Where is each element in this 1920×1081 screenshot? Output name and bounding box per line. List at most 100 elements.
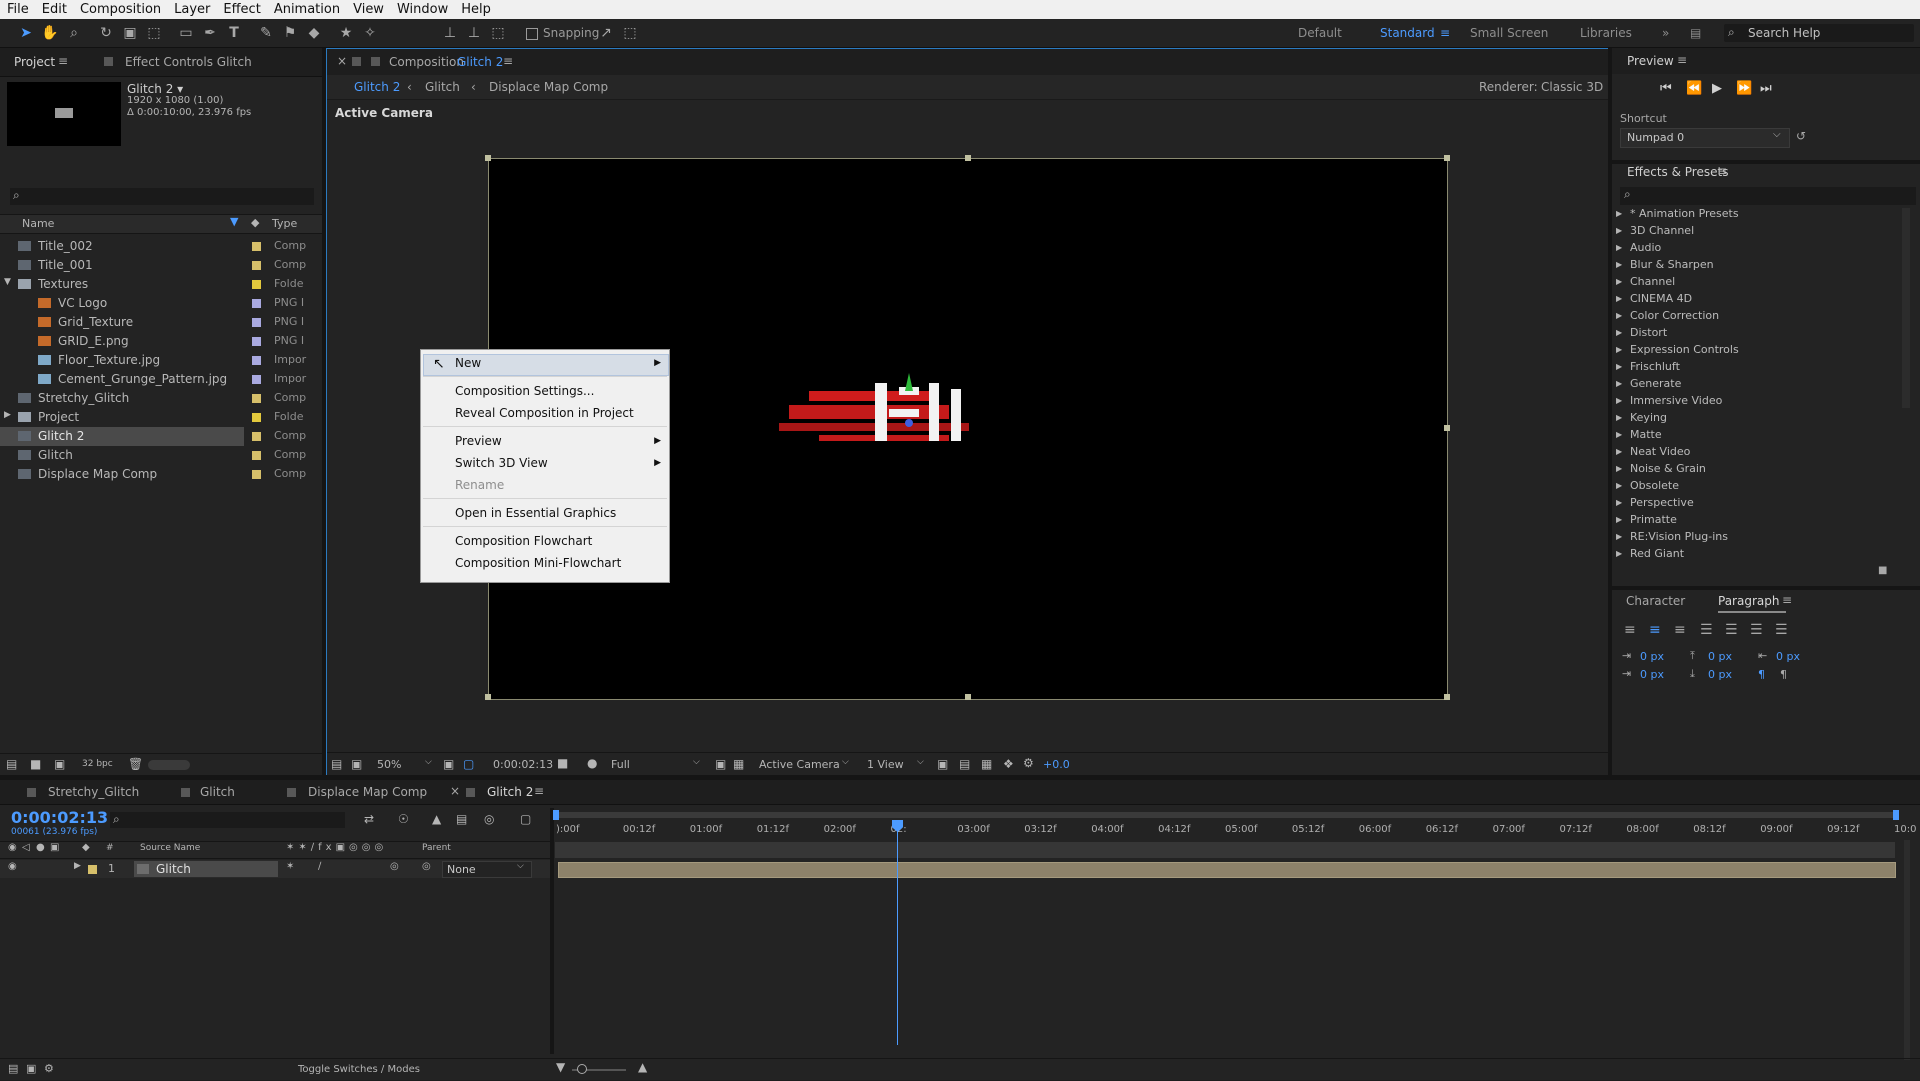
label-color-swatch[interactable] [252,261,261,270]
effect-category-row[interactable]: ▶ Keying [1616,411,1896,427]
timeline-scrollbar[interactable] [1904,840,1910,1060]
ruler-tick-label[interactable]: 04:12f [1158,824,1190,835]
local-axis-icon[interactable]: ⊥ [440,23,460,43]
ruler-tick-label[interactable]: 09:12f [1827,824,1859,835]
expand-arrow-icon[interactable]: ▶ [1616,515,1622,524]
project-item-row[interactable]: Glitch 2 Comp [0,427,306,446]
snapshot-icon[interactable]: ■ [557,756,568,770]
menu-help[interactable]: Help [454,0,497,19]
tab-project[interactable]: Project [14,55,55,69]
effect-category-row[interactable]: ▶ Matte [1616,428,1896,444]
type-tool-icon[interactable]: T [224,23,244,43]
effect-category-row[interactable]: ▶ 3D Channel [1616,224,1896,240]
project-item-row[interactable]: Title_001 Comp [0,256,318,275]
align-center-icon[interactable]: ≡ [1649,622,1661,638]
tab-effect-controls[interactable]: Effect Controls Glitch [125,55,252,69]
label-color-swatch[interactable] [252,318,261,327]
new-preset-icon[interactable]: ■ [1878,565,1887,576]
menu-composition[interactable]: Composition [73,0,167,19]
expand-arrow-icon[interactable]: ▶ [1616,532,1622,541]
motion-blur-icon[interactable]: ◎ [484,812,494,826]
zoom-in-icon[interactable]: ▲ [638,1060,647,1074]
expand-arrow-icon[interactable]: ▶ [1616,464,1622,473]
video-switch-icon[interactable]: ◉ [8,842,17,853]
effect-category-row[interactable]: ▶ Frischluft [1616,360,1896,376]
resolution-dropdown-icon[interactable]: ⌵ [693,757,700,767]
context-menu-item-reveal-composition-in-project[interactable]: Reveal Composition in Project [455,406,634,420]
solo-switch-icon[interactable]: ● [36,842,45,853]
parent-header[interactable]: Parent [422,843,451,853]
show-channel-icon[interactable]: ● [587,756,597,770]
delete-icon[interactable]: 🗑 [128,757,143,771]
ruler-tick-label[interactable]: 08:00f [1626,824,1658,835]
indent-left-value[interactable]: 0 px [1640,650,1664,663]
world-axis-icon[interactable]: ⊥ [464,23,484,43]
comp-tab-lock-icon[interactable] [352,57,361,66]
effect-category-row[interactable]: ▶ Primatte [1616,513,1896,529]
expand-arrow-icon[interactable]: ▶ [1616,209,1622,218]
close-timeline-tab-icon[interactable]: × [450,784,460,798]
ruler-tick-label[interactable]: 06:12f [1426,824,1458,835]
puppet-tool-icon[interactable]: ✧ [360,23,380,43]
current-time-display[interactable]: 0:00:02:13 [493,758,553,771]
work-area-end-handle[interactable] [1893,810,1899,820]
ruler-tick-label[interactable]: 09:00f [1760,824,1792,835]
project-folder-row[interactable]: ▼ Textures Folde [0,275,318,294]
ruler-tick-label[interactable]: 07:12f [1560,824,1592,835]
graph-editor-icon[interactable]: ▢ [520,812,531,826]
column-name[interactable]: Name [22,217,54,230]
resolution-value[interactable]: Full [611,758,630,771]
last-frame-icon[interactable]: ⏭ [1760,81,1772,96]
expand-arrow-icon[interactable]: ▶ [1616,243,1622,252]
workspace-libraries[interactable]: Libraries [1580,26,1632,40]
context-menu-item-switch-3d-view[interactable]: Switch 3D View [455,456,548,470]
label-icon[interactable]: ◆ [82,842,90,853]
ruler-tick-label[interactable]: ):00f [556,824,580,835]
rtl-direction-icon[interactable]: ¶ [1780,668,1787,681]
menu-effect[interactable]: Effect [216,0,266,19]
expand-arrow-icon[interactable]: ▶ [1616,294,1622,303]
layer-row[interactable]: ◉ ▶ 1 Glitch ✶ ∕ ◎ ◎ None ⌵ [0,860,550,878]
paragraph-menu-icon[interactable]: ≡ [1782,593,1792,607]
parent-dropdown[interactable]: None ⌵ [442,861,532,878]
effects-menu-icon[interactable]: ≡ [1717,164,1727,178]
justify-last-right-icon[interactable]: ☰ [1750,622,1763,638]
interpret-footage-icon[interactable]: ▤ [6,757,17,771]
effect-category-row[interactable]: ▶ Distort [1616,326,1896,342]
clone-stamp-tool-icon[interactable]: ⚑ [280,23,300,43]
canvas-handle[interactable] [1444,694,1450,700]
project-item-row[interactable]: Displace Map Comp Comp [0,465,318,484]
expand-arrow-icon[interactable]: ▶ [1616,481,1622,490]
work-area-start-handle[interactable] [553,810,559,820]
exposure-value[interactable]: +0.0 [1043,758,1070,771]
ruler-tick-label[interactable]: 01:12f [757,824,789,835]
toggle-switches-modes[interactable]: Toggle Switches / Modes [298,1064,420,1075]
menu-edit[interactable]: Edit [35,0,73,19]
context-menu-item-composition-flowchart[interactable]: Composition Flowchart [455,534,592,548]
lock-switch-icon[interactable]: ▣ [50,842,59,853]
effect-category-row[interactable]: ▶ * Animation Presets [1616,207,1896,223]
timeline-tab-glitch[interactable]: Glitch [200,785,235,799]
quality-icon[interactable]: ∕ [318,861,321,872]
label-color-swatch[interactable] [252,280,261,289]
effect-category-row[interactable]: ▶ Immersive Video [1616,394,1896,410]
ruler-tick-label[interactable]: 00:12f [623,824,655,835]
audio-switch-icon[interactable]: ◁ [22,842,30,853]
menu-animation[interactable]: Animation [267,0,346,19]
timeline-tab-glitch-2[interactable]: Glitch 2 [487,785,533,799]
timeline-timecode[interactable]: 0:00:02:13 [11,808,108,827]
label-color-swatch[interactable] [252,413,261,422]
view-layout-dropdown-icon[interactable]: ⌵ [917,757,924,767]
pick-whip-icon[interactable]: ◎ [422,861,431,872]
layer-switches-toggle-icon[interactable]: ▤ [8,1062,18,1075]
expand-arrow-icon[interactable]: ▶ [1616,311,1622,320]
source-name-header[interactable]: Source Name [140,843,200,853]
context-menu-item-composition-settings[interactable]: Composition Settings... [455,384,594,398]
camera-tool-icon[interactable]: ▣ [120,23,140,43]
label-color-swatch[interactable] [252,375,261,384]
camera-dropdown-icon[interactable]: ⌵ [842,757,849,767]
thumbnail-size-slider[interactable] [148,760,190,770]
camera-view-value[interactable]: Active Camera [759,758,840,771]
always-preview-icon[interactable]: ▤ [331,757,342,771]
breadcrumb-glitch[interactable]: Glitch [425,80,460,94]
